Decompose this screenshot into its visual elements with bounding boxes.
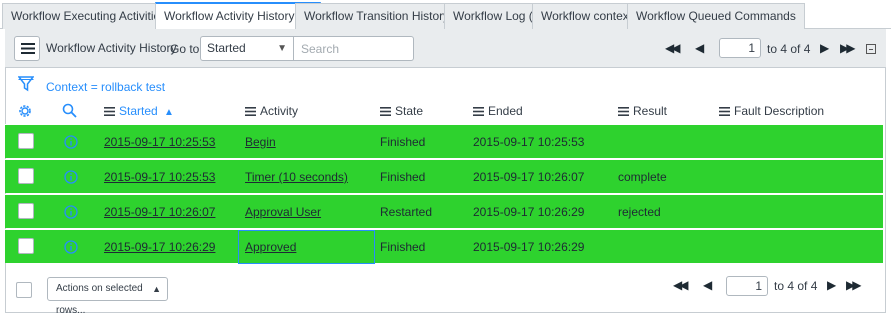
sort-ascending-icon: ▲ — [164, 107, 174, 118]
select-all-checkbox[interactable] — [16, 282, 32, 298]
info-icon[interactable] — [64, 135, 78, 149]
info-icon[interactable] — [64, 170, 78, 184]
gear-icon[interactable] — [17, 103, 33, 119]
column-label-state: State — [395, 104, 424, 118]
column-menu-icon[interactable] — [104, 107, 115, 116]
row-checkbox[interactable] — [18, 133, 34, 149]
search-icon[interactable] — [62, 103, 77, 118]
goto-label: Go to — [170, 42, 200, 56]
column-header-ended[interactable]: Ended — [473, 104, 523, 122]
row-checkbox[interactable] — [18, 168, 34, 184]
column-label-ended: Ended — [488, 104, 523, 118]
first-page-icon[interactable]: ◀◀ — [673, 279, 689, 291]
cell-started[interactable]: 2015-09-17 10:25:53 — [104, 135, 215, 149]
cell-ended: 2015-09-17 10:26:29 — [473, 205, 585, 219]
column-header-fault-description[interactable]: Fault Description — [719, 104, 824, 122]
previous-page-icon[interactable]: ◀ — [703, 279, 712, 291]
actions-on-selected-select[interactable]: Actions on selected rows... ▲ — [47, 277, 168, 316]
row-checkbox[interactable] — [18, 203, 34, 219]
cell-ended: 2015-09-17 10:25:53 — [473, 135, 585, 149]
table-row: 2015-09-17 10:26:29 Approved Finished 20… — [5, 229, 883, 263]
cell-result: complete — [618, 170, 667, 184]
filter-breadcrumb[interactable]: Context = rollback test — [46, 80, 165, 94]
first-page-icon[interactable]: ◀◀ — [665, 42, 681, 54]
caret-down-icon: ▼ — [277, 43, 287, 54]
search-input[interactable] — [294, 36, 414, 61]
tab-queued-commands[interactable]: Workflow Queued Commands — [627, 3, 805, 29]
cell-state: Restarted — [380, 205, 433, 219]
last-page-icon[interactable]: ▶▶ — [840, 42, 856, 54]
cell-result: rejected — [618, 205, 661, 219]
column-menu-icon[interactable] — [380, 107, 391, 116]
column-menu-icon[interactable] — [245, 107, 256, 116]
column-menu-icon[interactable] — [618, 107, 629, 116]
collapse-list-icon[interactable] — [866, 44, 876, 54]
cell-ended: 2015-09-17 10:26:29 — [473, 240, 585, 254]
cell-state: Finished — [380, 170, 426, 184]
column-label-started: Started — [119, 104, 158, 118]
column-menu-icon[interactable] — [719, 107, 730, 116]
footer-page-number-input[interactable] — [726, 276, 768, 296]
column-header-state[interactable]: State — [380, 104, 423, 122]
page-number-input[interactable] — [719, 38, 761, 58]
table-row: 2015-09-17 10:25:53 Begin Finished 2015-… — [5, 124, 883, 158]
column-header-activity[interactable]: Activity — [245, 104, 298, 122]
related-list-tabs: Workflow Executing Activities (1) Workfl… — [0, 0, 891, 30]
list-title: Workflow Activity History — [46, 41, 177, 55]
cell-activity[interactable]: Timer (10 seconds) — [245, 170, 348, 184]
table-row: 2015-09-17 10:26:07 Approval User Restar… — [5, 194, 883, 228]
goto-field-select[interactable]: Started ▼ — [200, 36, 294, 61]
column-label-activity: Activity — [260, 104, 299, 118]
info-icon[interactable] — [64, 205, 78, 219]
previous-page-icon[interactable]: ◀ — [695, 42, 704, 54]
column-label-result: Result — [633, 104, 668, 118]
cell-started[interactable]: 2015-09-17 10:26:29 — [104, 240, 215, 254]
next-page-icon[interactable]: ▶ — [827, 279, 836, 291]
footer-page-range-text: to 4 of 4 — [774, 279, 818, 293]
cell-state: Finished — [380, 135, 426, 149]
hamburger-icon — [21, 43, 35, 54]
cell-activity[interactable]: Begin — [245, 135, 276, 149]
column-header-started[interactable]: Started ▲ — [104, 104, 174, 122]
page-range-text: to 4 of 4 — [767, 42, 811, 56]
cell-started[interactable]: 2015-09-17 10:25:53 — [104, 170, 215, 184]
column-label-fault-description: Fault Description — [734, 104, 825, 118]
row-checkbox[interactable] — [18, 238, 34, 254]
column-header-result[interactable]: Result — [618, 104, 667, 122]
cell-focus-outline — [238, 230, 375, 264]
updown-arrows-icon: ▲ — [152, 284, 161, 294]
next-page-icon[interactable]: ▶ — [820, 42, 829, 54]
last-page-icon[interactable]: ▶▶ — [846, 279, 862, 291]
info-icon[interactable] — [64, 240, 78, 254]
goto-selected-value: Started — [207, 41, 246, 55]
cell-activity[interactable]: Approval User — [245, 205, 321, 219]
list-toolbar: Workflow Activity History Go to Started … — [5, 29, 886, 68]
cell-ended: 2015-09-17 10:26:07 — [473, 170, 585, 184]
list-menu-button[interactable] — [14, 36, 40, 61]
filter-icon[interactable] — [18, 76, 34, 92]
column-menu-icon[interactable] — [473, 107, 484, 116]
cell-state: Finished — [380, 240, 426, 254]
table-row: 2015-09-17 10:25:53 Timer (10 seconds) F… — [5, 159, 883, 193]
cell-started[interactable]: 2015-09-17 10:26:07 — [104, 205, 215, 219]
